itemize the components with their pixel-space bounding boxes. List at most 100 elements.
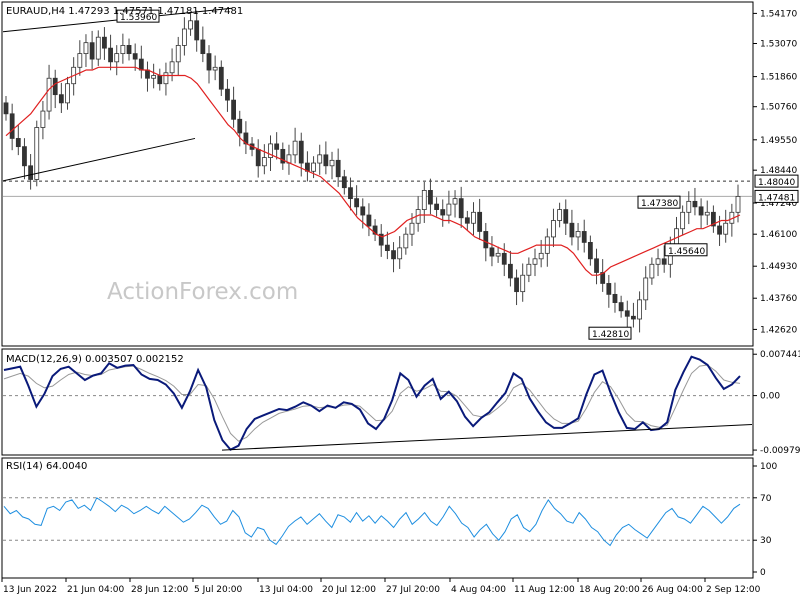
level-line-label: 1.48040: [758, 178, 795, 188]
candle-body: [624, 310, 630, 317]
candle-body: [446, 203, 452, 216]
candle-body: [52, 77, 58, 96]
candle-body: [181, 28, 187, 46]
candle-body: [200, 39, 206, 55]
candle-body: [102, 36, 107, 49]
macd-title: MACD(12,26,9) 0.003507 0.002152: [6, 354, 184, 365]
candle-body: [28, 165, 34, 180]
candle-body: [618, 302, 624, 312]
candle-body: [15, 138, 21, 148]
candle-body: [428, 190, 433, 205]
candle-body: [77, 53, 83, 68]
time-tick-label: 20 Jul 12:00: [322, 585, 376, 595]
candle-body: [348, 187, 353, 200]
candle-body: [329, 159, 335, 167]
candle-body: [3, 102, 9, 115]
price-tick-label: 1.54170: [760, 9, 797, 19]
candle-body: [194, 20, 200, 41]
candle-body: [120, 45, 126, 55]
macd-tick-label: -0.009794: [760, 446, 800, 456]
candle-body: [114, 53, 120, 63]
candle-body: [151, 75, 157, 79]
time-tick-label: 28 Jun 12:00: [131, 585, 188, 595]
candle-body: [686, 200, 692, 213]
candle-body: [477, 211, 483, 232]
candle-body: [483, 231, 489, 249]
candle-body: [532, 258, 538, 265]
price-tick-label: 1.50760: [760, 103, 797, 113]
time-tick-label: 26 Aug 04:00: [642, 585, 703, 595]
candle-body: [692, 200, 698, 208]
candle-body: [538, 252, 544, 260]
watermark: ActionForex.com: [107, 279, 298, 305]
rsi-tick-label: 100: [760, 462, 777, 472]
candle-body: [397, 247, 403, 260]
rsi-tick-label: 70: [760, 494, 772, 504]
candle-body: [575, 231, 581, 238]
candle-body: [551, 220, 556, 238]
candle-body: [680, 211, 686, 230]
candle-body: [649, 263, 655, 279]
candle-body: [83, 42, 89, 55]
candle-body: [274, 143, 280, 150]
candle-body: [403, 233, 409, 249]
candle-body: [594, 258, 599, 273]
candle-body: [458, 198, 464, 219]
candle-body: [163, 72, 169, 85]
candle-body: [514, 277, 519, 293]
candle-body: [495, 252, 501, 257]
time-tick-label: 2 Sep 12:00: [706, 585, 761, 595]
time-tick-label: 5 Jul 20:00: [194, 585, 243, 595]
candle-body: [46, 77, 52, 112]
candle-body: [132, 53, 138, 60]
candle-body: [22, 146, 27, 167]
candle-body: [206, 53, 212, 71]
time-tick-label: 13 Jun 2022: [3, 585, 57, 595]
candle-body: [508, 263, 513, 279]
price-tick-label: 1.44930: [760, 262, 797, 272]
candle-body: [145, 69, 150, 79]
time-tick-label: 11 Aug 12:00: [514, 585, 575, 595]
candle-body: [298, 140, 304, 164]
price-annotation-label: 1.45640: [668, 247, 705, 257]
candle-body: [409, 222, 415, 235]
candle-body: [704, 211, 710, 216]
time-tick-label: 27 Jul 20:00: [386, 585, 440, 595]
candle-body: [65, 83, 70, 104]
rsi-tick-label: 0: [760, 568, 766, 578]
candle-body: [40, 110, 46, 128]
price-tick-label: 1.42620: [760, 325, 797, 335]
candle-body: [563, 209, 569, 224]
candle-body: [643, 277, 649, 301]
candle-body: [655, 258, 661, 265]
time-tick-label: 21 Jun 04:00: [67, 585, 124, 595]
candle-body: [735, 196, 741, 213]
candle-body: [440, 209, 446, 216]
candle-body: [126, 45, 132, 55]
candle-body: [225, 88, 230, 101]
candle-body: [175, 45, 181, 63]
price-tick-label: 1.51860: [760, 73, 797, 83]
candle-body: [341, 176, 347, 189]
candle-body: [323, 154, 329, 167]
candle-body: [661, 258, 667, 265]
price-tick-label: 1.46100: [760, 230, 797, 240]
time-tick-label: 18 Aug 20:00: [579, 585, 640, 595]
time-tick-label: 13 Jul 04:00: [259, 585, 313, 595]
candle-body: [489, 247, 495, 257]
candle-body: [335, 159, 341, 178]
candle-body: [292, 140, 298, 156]
candle-body: [169, 61, 175, 74]
macd-tick-label: 0.007441: [760, 350, 800, 360]
price-tick-label: 1.49550: [760, 136, 797, 146]
price-tick-label: 1.53070: [760, 39, 797, 49]
candle-body: [188, 20, 193, 30]
candle-body: [138, 58, 144, 71]
candle-body: [434, 203, 439, 210]
chart-svg: ActionForex.com 1.54170 1.53070 1.51860 1.5…: [0, 0, 800, 600]
candle-body: [717, 225, 722, 235]
candle-body: [557, 209, 563, 221]
candle-body: [501, 252, 507, 265]
candle-body: [464, 217, 470, 224]
candle-body: [520, 274, 526, 293]
